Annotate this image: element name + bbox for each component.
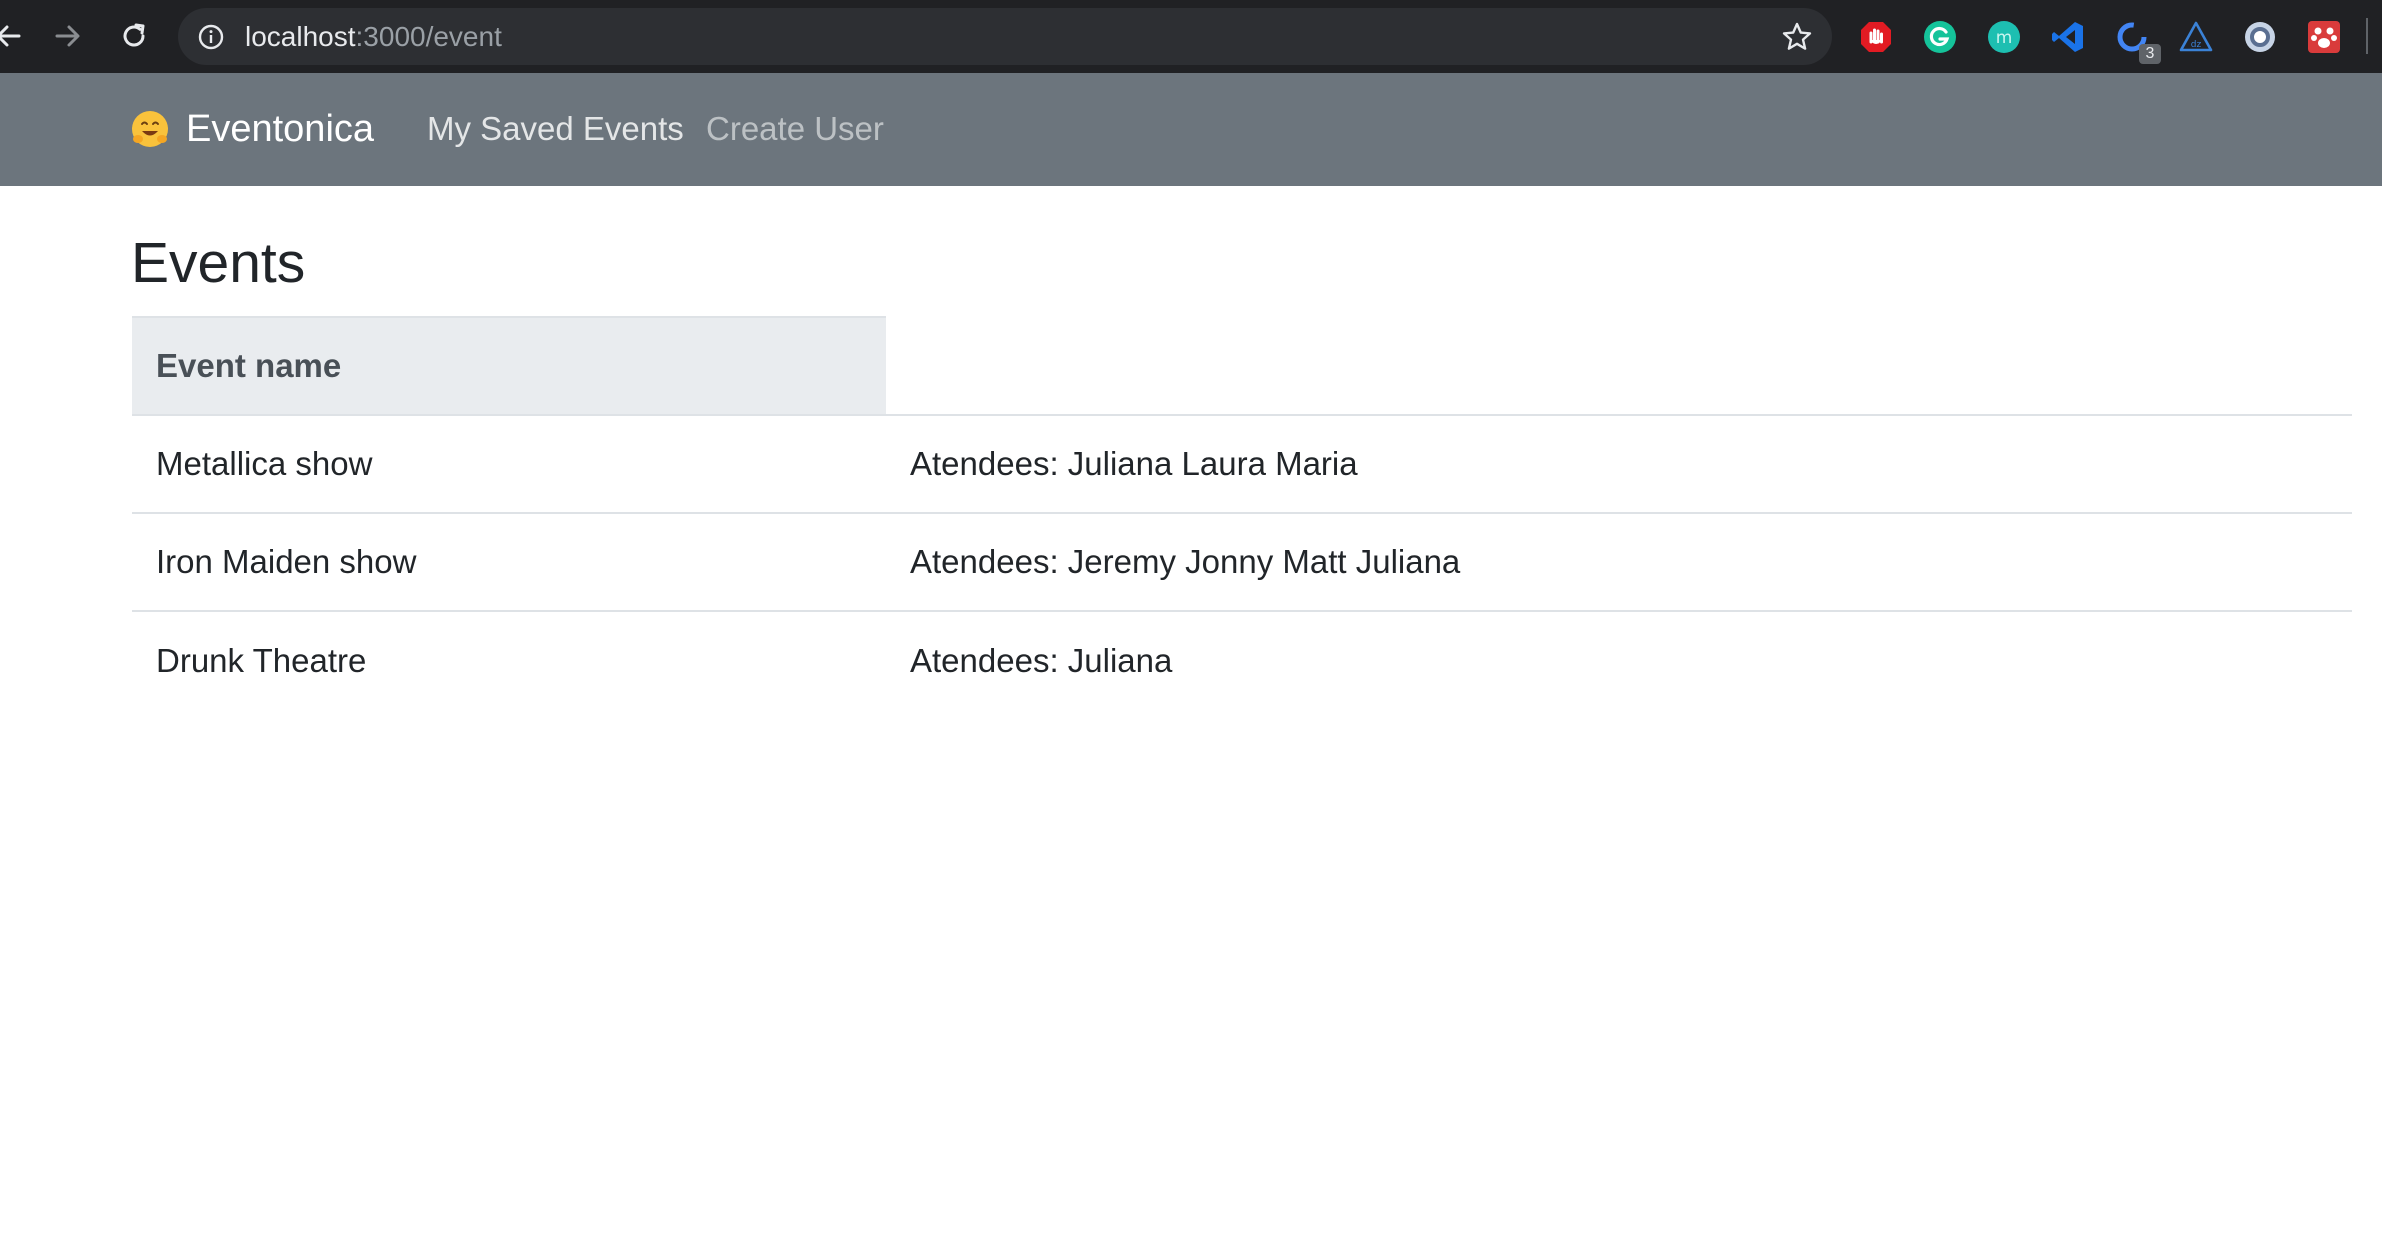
table-row: Metallica show Atendees: Juliana Laura M… [132, 415, 2352, 513]
ring-extension-icon[interactable] [2241, 18, 2279, 56]
header-event-name: Event name [132, 316, 886, 416]
adblock-icon[interactable] [1857, 18, 1895, 56]
svg-text:m: m [1996, 28, 2013, 48]
event-name-cell: Metallica show [156, 445, 373, 482]
app-navbar: Eventonica My Saved Events Create User [0, 73, 2382, 186]
address-bar[interactable]: localhost:3000/event [178, 8, 1832, 65]
extension-badge: 3 [2139, 44, 2161, 64]
table-row: Iron Maiden show Atendees: Jeremy Jonny … [132, 512, 2352, 611]
paw-extension-icon[interactable] [2305, 18, 2343, 56]
reload-icon[interactable] [112, 14, 156, 58]
toolbar-divider [2366, 18, 2368, 54]
bookmark-star-icon[interactable] [1781, 21, 1813, 53]
event-name-cell: Drunk Theatre [132, 610, 886, 709]
brand-link[interactable]: Eventonica [130, 99, 374, 159]
mercury-icon[interactable]: m [1985, 18, 2023, 56]
url-host: localhost [245, 21, 356, 52]
loading-extension-icon[interactable]: 3 [2113, 18, 2161, 64]
triangle-extension-icon[interactable]: dz [2177, 18, 2215, 56]
url-text[interactable]: localhost:3000/event [245, 8, 502, 65]
attendees-cell: Atendees: Jeremy Jonny Matt Juliana [886, 512, 2352, 611]
grammarly-icon[interactable] [1921, 18, 1959, 56]
attendees-cell: Atendees: Juliana [886, 610, 2352, 709]
header-attendees [886, 316, 2352, 416]
table-header-row: Event name [132, 316, 2352, 416]
brand-name: Eventonica [186, 107, 375, 150]
forward-arrow-icon[interactable] [46, 14, 90, 58]
table-row: Drunk Theatre Atendees: Juliana [132, 610, 2352, 709]
attendees-cell: Atendees: Juliana Laura Maria [910, 445, 1358, 482]
vscode-icon[interactable] [2049, 18, 2087, 56]
hugging-face-emoji-icon [132, 111, 168, 147]
url-path: :3000/event [355, 21, 502, 52]
info-icon[interactable] [198, 24, 224, 50]
nav-my-saved-events[interactable]: My Saved Events [427, 99, 684, 159]
browser-toolbar: localhost:3000/event m 3 dz [0, 0, 2382, 73]
page-title: Events [131, 231, 306, 295]
events-table: Event name Metallica show Atendees: Juli… [132, 316, 2352, 709]
event-name-cell: Iron Maiden show [132, 512, 886, 611]
nav-create-user[interactable]: Create User [706, 99, 884, 159]
svg-text:dz: dz [2191, 40, 2202, 50]
back-arrow-icon[interactable] [0, 14, 30, 58]
